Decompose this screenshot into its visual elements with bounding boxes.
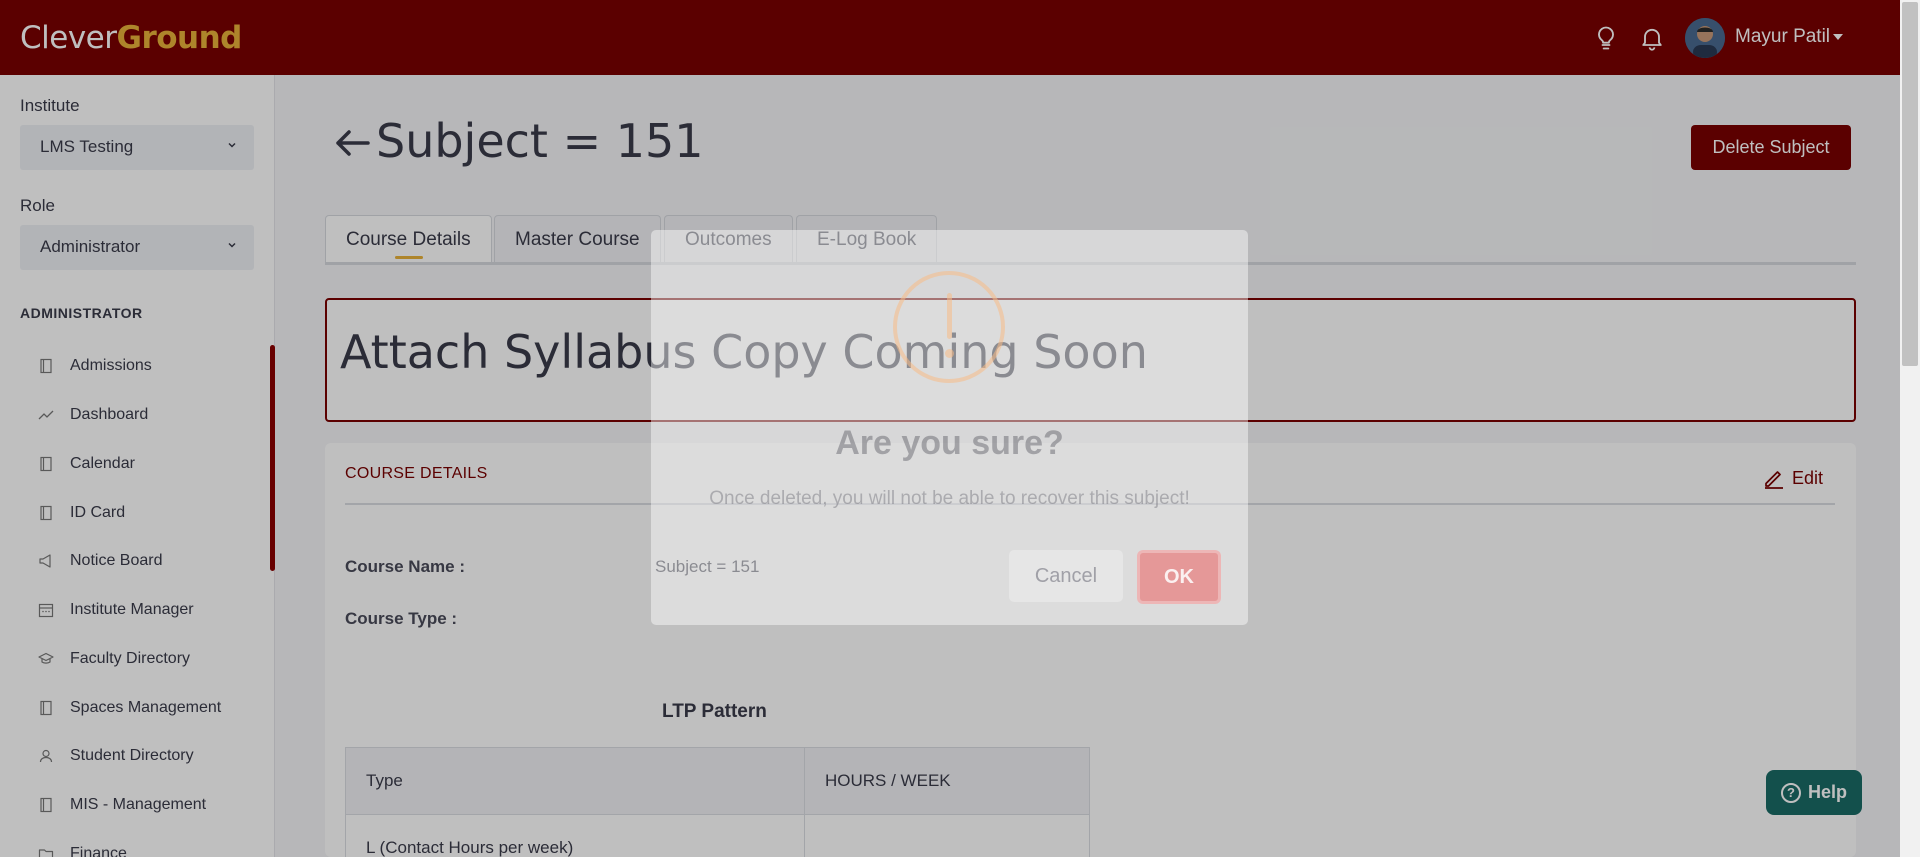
warning-icon-bar [947,293,952,339]
warning-icon [893,271,1005,383]
warning-icon-dot [945,349,954,358]
dialog-message: Once deleted, you will not be able to re… [709,488,1190,509]
cancel-button[interactable]: Cancel [1009,550,1123,602]
ok-button[interactable]: OK [1137,550,1221,604]
page-scrollbar-thumb[interactable] [1902,2,1918,366]
dialog-title: Are you sure? [835,424,1064,462]
